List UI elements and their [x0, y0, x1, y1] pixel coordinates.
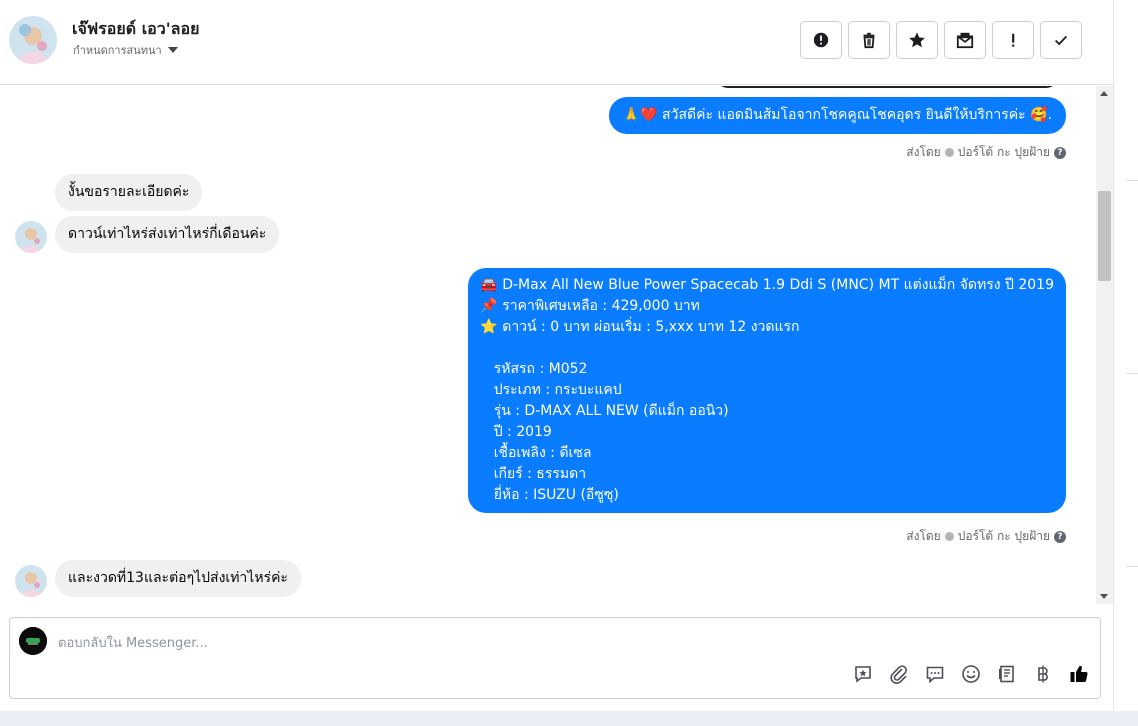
- alert-circle-icon: [813, 32, 829, 48]
- conversation-panel: เจ๊ฟรอยด์ เอว'ลอย กำหนดการสนทนา 🙏❤️ สวัส…: [0, 0, 1113, 711]
- mark-unread-button[interactable]: [944, 21, 986, 59]
- sent-by-info: ส่งโดย ปอร์โต้ กะ ปุยฝ้าย ?: [906, 143, 1066, 162]
- exclamation-icon: [1012, 33, 1015, 47]
- report-button[interactable]: [800, 21, 842, 59]
- right-side-panel-edge: [1113, 0, 1138, 711]
- contact-avatar-small[interactable]: [15, 565, 47, 597]
- mark-unread-icon: [956, 32, 974, 49]
- star-icon: [909, 32, 925, 48]
- scroll-thumb[interactable]: [1098, 191, 1111, 281]
- paperclip-icon[interactable]: [888, 663, 910, 685]
- contact-avatar[interactable]: [9, 16, 57, 64]
- baht-icon[interactable]: [1032, 663, 1054, 685]
- spam-button[interactable]: [992, 21, 1034, 59]
- scroll-down-arrow-icon[interactable]: [1100, 594, 1108, 599]
- message-incoming[interactable]: งั้นขอรายละเอียดค่ะ: [55, 174, 203, 211]
- thumbs-up-icon[interactable]: [1068, 663, 1090, 685]
- conversation-header: เจ๊ฟรอยด์ เอว'ลอย กำหนดการสนทนา: [0, 0, 1113, 85]
- reply-input[interactable]: ตอบกลับใน Messenger...: [58, 632, 208, 653]
- star-button[interactable]: [896, 21, 938, 59]
- message-incoming[interactable]: ดาวน์เท่าไหร่ส่งเท่าไหร่กี่เดือนค่ะ: [55, 216, 280, 253]
- conversation-schedule-dropdown[interactable]: กำหนดการสนทนา: [73, 41, 178, 59]
- reply-composer[interactable]: ตอบกลับใน Messenger...: [9, 617, 1101, 699]
- help-icon[interactable]: ?: [1054, 530, 1066, 543]
- caret-down-icon: [167, 47, 178, 53]
- sent-check-icon: [944, 148, 954, 157]
- previous-media-attachment[interactable]: [716, 86, 1058, 88]
- sent-check-icon: [944, 532, 954, 541]
- sent-by-label: ส่งโดย: [906, 145, 941, 159]
- conversation-schedule-label: กำหนดการสนทนา: [73, 44, 162, 57]
- composer-toolbar: [852, 663, 1090, 685]
- check-icon: [1054, 35, 1068, 46]
- emoji-icon[interactable]: [960, 663, 982, 685]
- sent-by-name[interactable]: ปอร์โต้ กะ ปุยฝ้าย: [958, 143, 1050, 162]
- message-outgoing[interactable]: 🚘 D-Max All New Blue Power Spacecab 1.9 …: [468, 268, 1066, 513]
- thread-scrollbar[interactable]: [1096, 86, 1113, 604]
- message-outgoing[interactable]: 🙏❤️ สวัสดีค่ะ แอดมินส้มโอจากโชคคูณโชคอุด…: [608, 97, 1066, 134]
- trash-icon: [863, 32, 875, 49]
- chat-bubble-icon[interactable]: [924, 663, 946, 685]
- page-avatar: [19, 627, 47, 655]
- contact-name: เจ๊ฟรอยด์ เอว'ลอย: [72, 19, 200, 38]
- help-icon[interactable]: ?: [1054, 146, 1066, 159]
- conversation-toolbar: [800, 21, 1082, 59]
- mark-done-button[interactable]: [1040, 21, 1082, 59]
- saved-reply-icon[interactable]: [852, 663, 874, 685]
- message-incoming[interactable]: และงวดที่13และต่อๆไปส่งเท่าไหร่ค่ะ: [55, 560, 301, 597]
- message-thread[interactable]: 🙏❤️ สวัสดีค่ะ แอดมินส้มโอจากโชคคูณโชคอุด…: [0, 86, 1113, 604]
- sent-by-name[interactable]: ปอร์โต้ กะ ปุยฝ้าย: [958, 527, 1050, 546]
- sent-by-info: ส่งโดย ปอร์โต้ กะ ปุยฝ้าย ?: [906, 527, 1066, 546]
- sent-by-label: ส่งโดย: [906, 529, 941, 543]
- contact-avatar-small[interactable]: [15, 221, 47, 253]
- delete-button[interactable]: [848, 21, 890, 59]
- scroll-up-arrow-icon[interactable]: [1100, 91, 1108, 96]
- notes-icon[interactable]: [996, 663, 1018, 685]
